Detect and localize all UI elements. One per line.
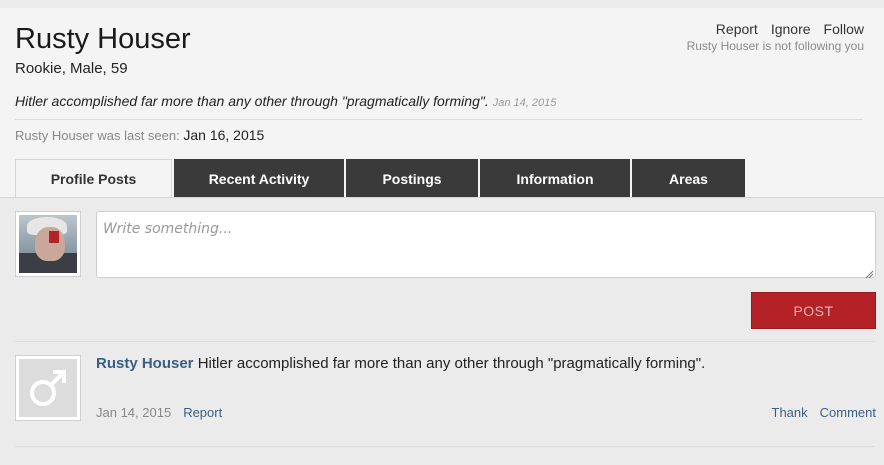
tab-information[interactable]: Information (480, 159, 630, 198)
post-report-link[interactable]: Report (183, 405, 222, 420)
feed-divider-bottom (15, 446, 875, 447)
report-link[interactable]: Report (716, 21, 758, 37)
tab-bar-line (0, 197, 884, 198)
profile-post-input[interactable]: Write something... (96, 211, 876, 278)
tab-areas[interactable]: Areas (632, 159, 745, 198)
last-seen-label: Rusty Houser was last seen: (15, 128, 180, 143)
tab-postings[interactable]: Postings (346, 159, 478, 198)
post-text: Hitler accomplished far more than any ot… (197, 355, 706, 372)
profile-tabs: Profile Posts Recent Activity Postings I… (15, 159, 747, 198)
status-date: Jan 14, 2015 (492, 97, 557, 109)
ignore-link[interactable]: Ignore (771, 21, 811, 37)
tab-recent-activity[interactable]: Recent Activity (174, 159, 344, 198)
profile-actions: Report Ignore Follow (716, 21, 864, 37)
profile-username: Rusty Houser (15, 23, 191, 55)
avatar-image (19, 215, 77, 273)
post-avatar[interactable] (15, 355, 81, 421)
tab-profile-posts[interactable]: Profile Posts (15, 159, 172, 198)
feed-divider (15, 341, 875, 342)
thank-link[interactable]: Thank (772, 405, 808, 420)
resize-grip-icon[interactable] (865, 266, 874, 279)
post-author-link[interactable]: Rusty Houser (96, 355, 194, 372)
status-message: Hitler accomplished far more than any ot… (15, 93, 556, 109)
header-divider (15, 119, 863, 120)
follow-link[interactable]: Follow (824, 21, 864, 37)
last-seen-value: Jan 16, 2015 (183, 127, 265, 143)
post-button[interactable]: POST (751, 292, 876, 329)
status-text: Hitler accomplished far more than any ot… (15, 93, 489, 109)
profile-post: Rusty Houser Hitler accomplished far mor… (96, 355, 705, 372)
male-symbol-icon (19, 359, 77, 417)
comment-link[interactable]: Comment (820, 405, 876, 420)
post-meta: Jan 14, 2015 Report (96, 405, 222, 420)
post-date[interactable]: Jan 14, 2015 (96, 405, 171, 420)
last-seen: Rusty Houser was last seen: Jan 16, 2015 (15, 127, 264, 143)
follow-status: Rusty Houser is not following you (686, 39, 864, 53)
post-actions: Thank Comment (772, 405, 877, 420)
user-blurb: Rookie, Male, 59 (15, 60, 128, 77)
current-user-avatar[interactable] (15, 211, 81, 277)
